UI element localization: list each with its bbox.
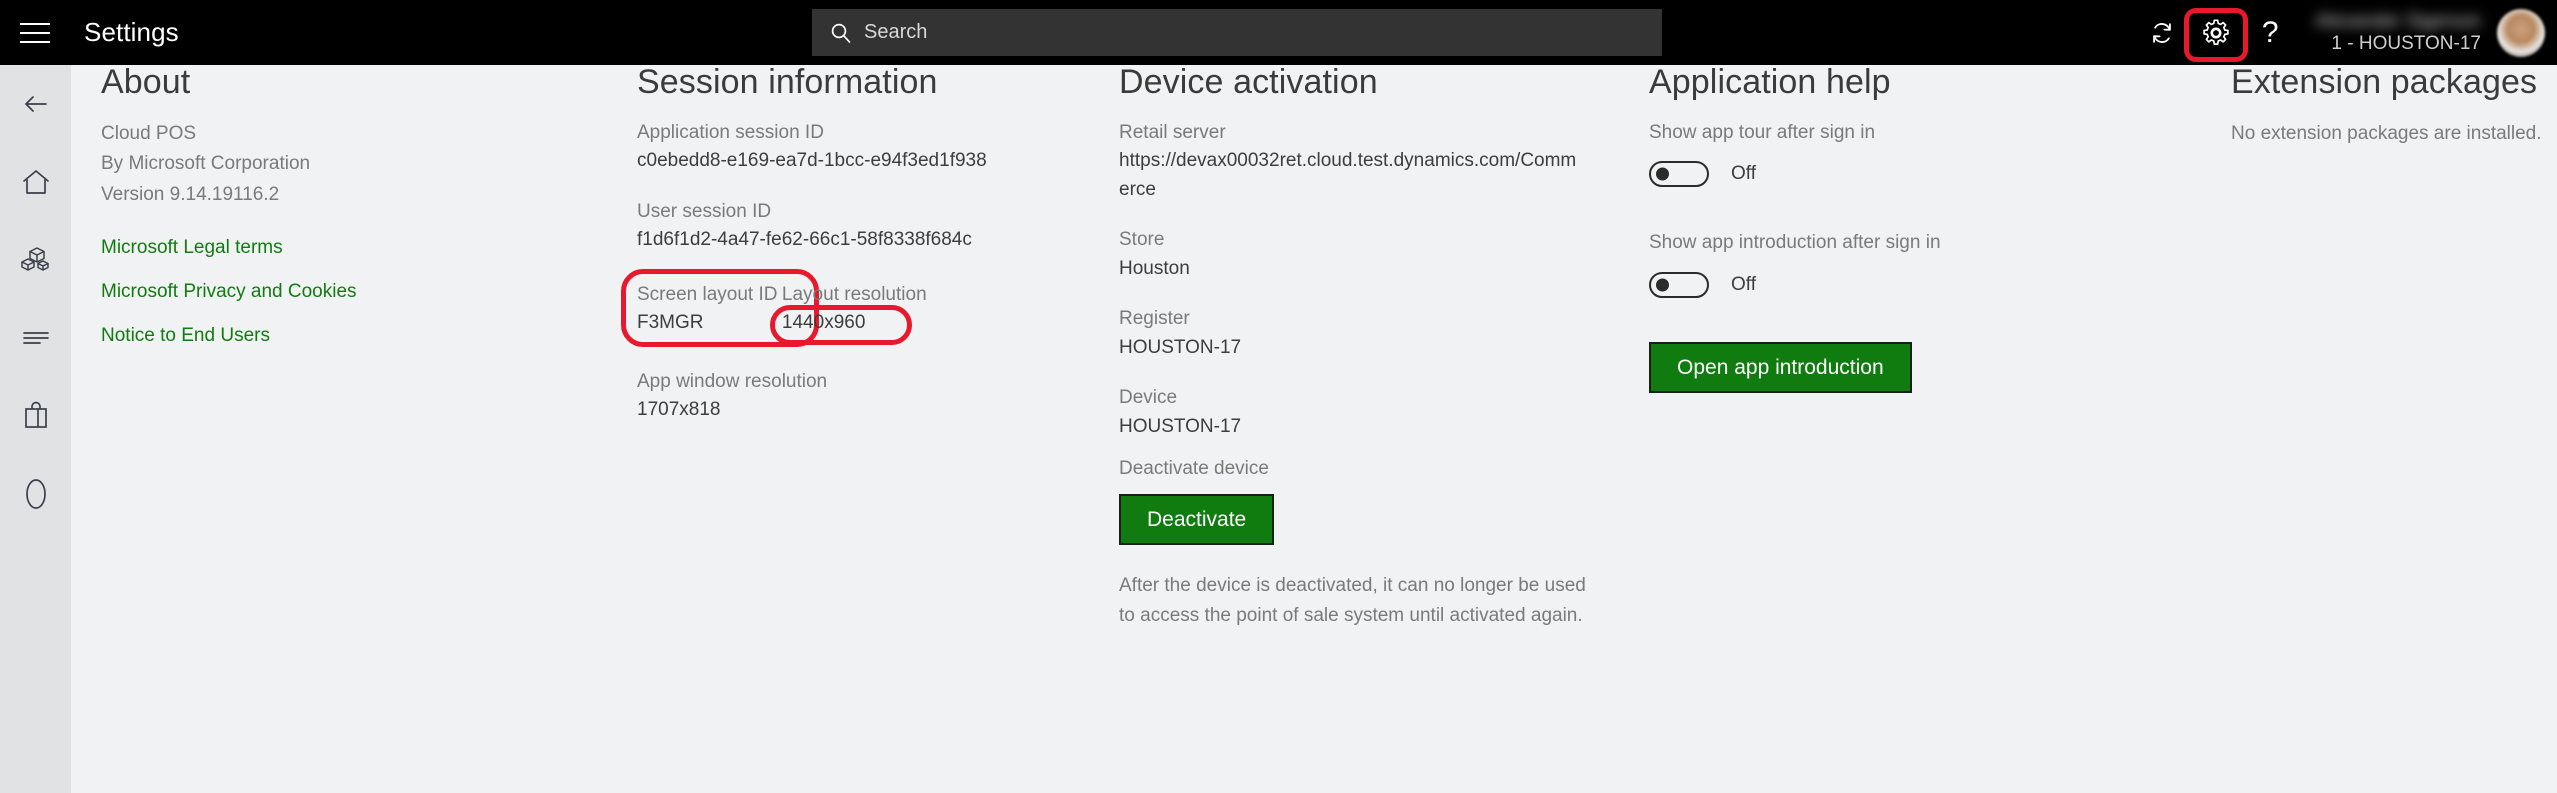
oval-icon[interactable] [0,455,71,533]
app-window-resolution-value: 1707x818 [637,396,1127,425]
application-help-title: Application help [1649,65,2069,101]
toggle-knob [1656,168,1669,181]
device-activation-section: Device activation Retail server https://… [1119,65,1599,631]
search-icon [830,22,852,44]
question-mark-glyph: ? [2262,18,2279,48]
retail-server-value: https://devax00032ret.cloud.test.dynamic… [1119,147,1581,204]
show-app-tour-toggle[interactable] [1649,161,1709,187]
layout-resolution-value: 1440x960 [782,309,927,338]
register-label: Register [1119,305,1599,334]
application-help-section: Application help Show app tour after sig… [1649,65,2069,393]
device-label: Device [1119,384,1599,413]
layout-resolution-label: Layout resolution [782,281,927,310]
avatar[interactable] [2497,9,2545,57]
gear-icon[interactable] [2189,6,2243,60]
toggle-knob [1656,278,1669,291]
top-bar-right-group: ? Alexander Sigerson 1 - HOUSTON-17 [2135,0,2557,65]
store-label: Store [1119,226,1599,255]
search-box[interactable]: Search [812,9,1662,56]
show-app-tour-row: Off [1649,161,2069,187]
field-retail-server: Retail server https://devax00032ret.clou… [1119,119,1599,205]
show-app-tour-label: Show app tour after sign in [1649,119,2069,148]
field-register: Register HOUSTON-17 [1119,305,1599,362]
link-notice-to-end-users[interactable]: Notice to End Users [101,325,270,347]
session-information-section: Session information Application session … [637,65,1127,447]
application-session-id-value: c0ebedd8-e169-ea7d-1bcc-e94f3ed1f938 [637,147,1127,176]
link-microsoft-privacy-cookies[interactable]: Microsoft Privacy and Cookies [101,281,357,303]
about-title: About [101,65,571,101]
app-title: Settings [84,17,179,48]
hamburger-line [20,41,50,43]
deactivate-device-label: Deactivate device [1119,455,1599,484]
field-device: Device HOUSTON-17 [1119,384,1599,441]
about-app-name: Cloud POS [101,119,571,150]
field-screen-layout-id: Screen layout ID F3MGR [637,281,777,338]
deactivate-button[interactable]: Deactivate [1119,494,1274,545]
user-session-id-value: f1d6f1d2-4a47-fe62-66c1-58f8338f684c [637,226,1127,255]
open-app-introduction-button[interactable]: Open app introduction [1649,342,1912,393]
home-icon[interactable] [0,143,71,221]
show-app-tour-state: Off [1731,163,1756,185]
about-version: Version 9.14.19116.2 [101,180,571,211]
field-app-window-resolution: App window resolution 1707x818 [637,368,1127,425]
deactivate-note: After the device is deactivated, it can … [1119,571,1589,631]
list-lines-icon[interactable] [0,299,71,377]
settings-page: Settings Search [0,0,2557,793]
device-value: HOUSTON-17 [1119,413,1599,442]
app-window-resolution-label: App window resolution [637,368,1127,397]
user-info[interactable]: Alexander Sigerson 1 - HOUSTON-17 [2315,11,2481,55]
show-app-introduction-toggle[interactable] [1649,272,1709,298]
link-microsoft-legal-terms[interactable]: Microsoft Legal terms [101,237,283,259]
session-title: Session information [637,65,1127,101]
field-application-session-id: Application session ID c0ebedd8-e169-ea7… [637,119,1127,176]
field-store: Store Houston [1119,226,1599,283]
refresh-icon[interactable] [2135,6,2189,60]
show-app-introduction-label: Show app introduction after sign in [1649,229,2069,258]
search-placeholder: Search [864,21,927,44]
extension-packages-section: Extension packages No extension packages… [2231,65,2557,149]
left-navigation-rail [0,65,71,793]
field-user-session-id: User session ID f1d6f1d2-4a47-fe62-66c1-… [637,198,1127,255]
about-publisher: By Microsoft Corporation [101,149,571,180]
device-activation-title: Device activation [1119,65,1599,101]
top-command-bar: Settings Search [0,0,2557,65]
user-name: Alexander Sigerson [2315,11,2481,33]
shopping-bag-icon[interactable] [0,377,71,455]
about-section: About Cloud POS By Microsoft Corporation… [101,65,571,369]
hamburger-line [20,32,50,34]
extension-packages-empty-text: No extension packages are installed. [2231,119,2557,150]
hamburger-line [20,23,50,25]
application-session-id-label: Application session ID [637,119,1127,148]
screen-layout-id-value: F3MGR [637,309,777,338]
help-icon[interactable]: ? [2243,6,2297,60]
retail-server-label: Retail server [1119,119,1599,148]
user-register: 1 - HOUSTON-17 [2331,33,2481,55]
products-boxes-icon[interactable] [0,221,71,299]
register-value: HOUSTON-17 [1119,334,1599,363]
extension-packages-title: Extension packages [2231,65,2557,101]
show-app-introduction-state: Off [1731,274,1756,296]
hamburger-menu-icon[interactable] [0,0,70,65]
show-app-introduction-row: Off [1649,272,2069,298]
back-arrow-icon[interactable] [0,65,71,143]
settings-content: About Cloud POS By Microsoft Corporation… [71,65,2557,793]
store-value: Houston [1119,255,1599,284]
field-layout-resolution: Layout resolution 1440x960 [782,281,927,338]
user-session-id-label: User session ID [637,198,1127,227]
screen-layout-id-label: Screen layout ID [637,281,777,310]
